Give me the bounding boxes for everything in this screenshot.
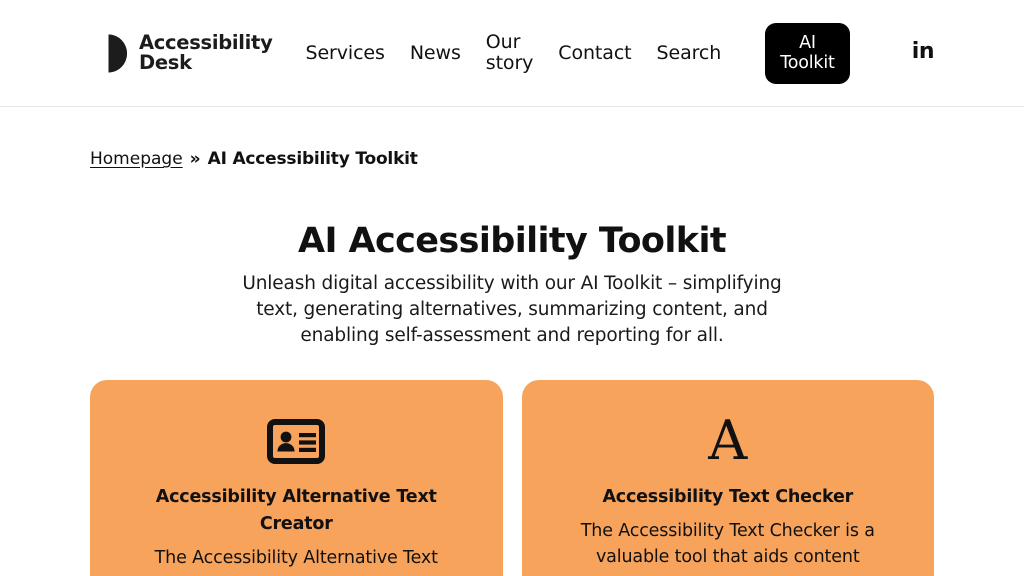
- page-subtitle: Unleash digital accessibility with our A…: [242, 273, 782, 346]
- hero-section: AI Accessibility Toolkit Unleash digital…: [0, 169, 1024, 349]
- page-title: AI Accessibility Toolkit: [298, 221, 727, 261]
- nav-item-contact[interactable]: Contact: [558, 42, 631, 64]
- breadcrumb-current-page: AI Accessibility Toolkit: [207, 149, 418, 169]
- tool-card-grid: Accessibility Alternative Text Creator T…: [0, 380, 1024, 576]
- nav-item-search[interactable]: Search: [657, 42, 722, 64]
- nav-item-our-story[interactable]: Our story: [486, 32, 534, 74]
- linkedin-icon[interactable]: in: [912, 40, 935, 66]
- breadcrumb: Homepage » AI Accessibility Toolkit: [0, 107, 1024, 169]
- ai-toolkit-button[interactable]: AI Toolkit: [765, 22, 850, 84]
- nav-item-services[interactable]: Services: [305, 42, 384, 64]
- breadcrumb-separator: »: [189, 149, 201, 169]
- brand-logo-link[interactable]: Accessibility Desk: [90, 31, 273, 74]
- id-card-icon: [267, 418, 326, 464]
- split-circle-logo-icon: [90, 33, 127, 74]
- card-title: Accessibility Alternative Text Creator: [155, 487, 437, 534]
- letter-a-icon: A: [708, 409, 748, 472]
- breadcrumb-link-homepage[interactable]: Homepage: [90, 149, 183, 169]
- main-navigation: Services News Our story Contact Search A…: [305, 22, 911, 84]
- card-description: The Accessibility Alternative Text: [154, 548, 438, 568]
- tool-card-text-checker[interactable]: A Accessibility Text Checker The Accessi…: [521, 380, 934, 576]
- card-description: The Accessibility Text Checker is a valu…: [580, 521, 875, 567]
- site-header: Accessibility Desk Services News Our sto…: [0, 0, 1024, 107]
- nav-item-news[interactable]: News: [410, 42, 461, 64]
- card-title: Accessibility Text Checker: [602, 487, 854, 507]
- card-icon-container: A: [546, 413, 911, 469]
- brand-name: Accessibility Desk: [139, 31, 273, 74]
- tool-card-alternative-text-creator[interactable]: Accessibility Alternative Text Creator T…: [90, 380, 503, 576]
- card-icon-container: [114, 413, 479, 469]
